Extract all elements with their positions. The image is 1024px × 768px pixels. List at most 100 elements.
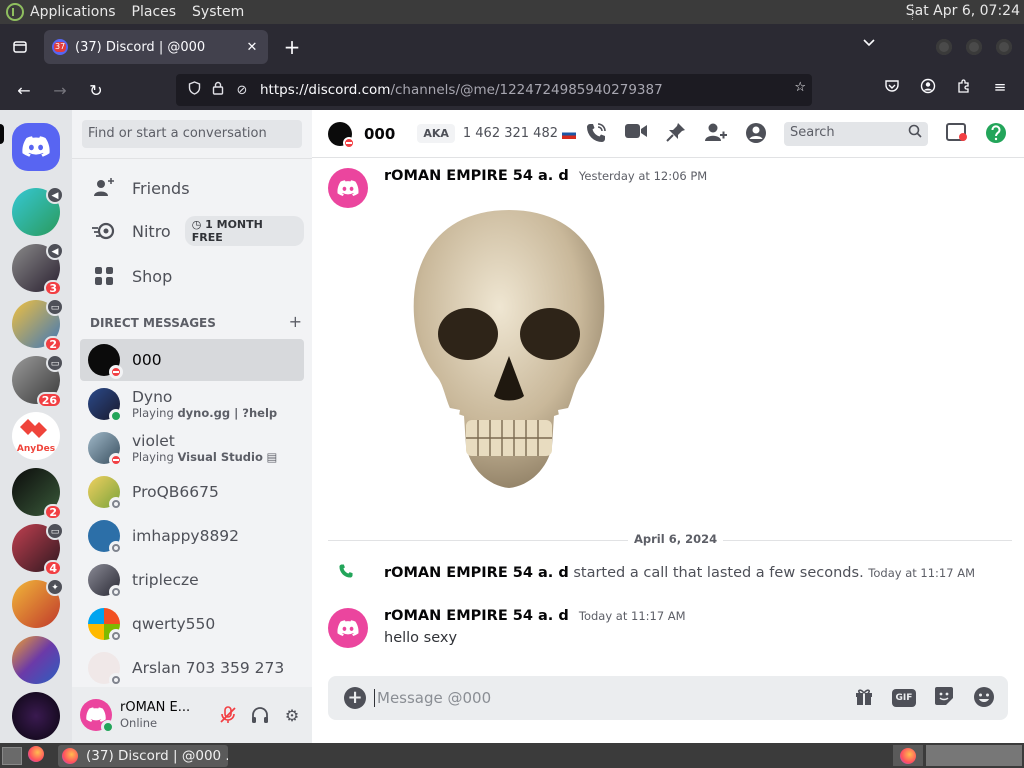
server-icon[interactable]: ◀ (12, 186, 64, 236)
close-tab-icon[interactable]: ✕ (244, 40, 260, 55)
server-icon[interactable]: ◀ 3 (12, 242, 64, 296)
message-author[interactable]: rOMAN EMPIRE 54 a. d (384, 168, 569, 184)
tab-discord[interactable]: 37 (37) Discord | @000 ✕ (44, 30, 268, 64)
message-input[interactable]: Message @000 (374, 689, 491, 707)
list-all-tabs-chevron-down-icon[interactable] (862, 36, 876, 54)
author-avatar[interactable] (328, 608, 368, 648)
account-icon[interactable] (917, 78, 939, 98)
bookmark-star-icon[interactable]: ☆ (794, 80, 806, 95)
server-icon[interactable]: ▭ 4 (12, 522, 64, 576)
server-icon[interactable] (12, 636, 60, 684)
workspace-switcher[interactable] (926, 745, 1022, 766)
taskbar-window-firefox[interactable]: (37) Discord | @000 ... (58, 744, 228, 767)
author-avatar[interactable] (328, 168, 368, 208)
find-conversation-input[interactable]: Find or start a conversation (82, 120, 302, 148)
dm-item-dyno[interactable]: Dyno Playing dyno.gg | ?help (80, 383, 304, 425)
settings-gear-icon[interactable]: ⚙ (276, 699, 308, 731)
new-tab-button[interactable]: + (274, 35, 310, 59)
url-bar[interactable]: ⊘ https://discord.com/channels/@me/12247… (176, 74, 812, 106)
server-list: ◀ ◀ 3 ▭ 2 ▭ 26 AnyDes 2 ▭ 4 ✦ (0, 110, 72, 743)
search-icon (908, 124, 922, 142)
lock-icon[interactable] (206, 81, 230, 99)
dm-item-qwerty550[interactable]: qwerty550 (80, 603, 304, 645)
server-icon[interactable]: AnyDes (12, 412, 60, 460)
aka-badge: AKA (417, 124, 455, 143)
back-arrow-icon[interactable]: ← (6, 74, 42, 106)
tabs-icon (13, 41, 27, 53)
menu-places[interactable]: Places (132, 4, 177, 20)
inbox-icon[interactable] (944, 122, 968, 146)
clock[interactable]: Sat Apr 6, 07:24 (906, 3, 1020, 19)
clock-icon: ◷ (191, 218, 206, 231)
dm-item-proqb6675[interactable]: ProQB6675 (80, 471, 304, 513)
message-author[interactable]: rOMAN EMPIRE 54 a. d (384, 565, 569, 581)
reload-icon[interactable]: ↻ (78, 74, 114, 106)
shield-icon[interactable] (182, 81, 206, 99)
video-call-icon[interactable] (624, 122, 648, 146)
date-divider: April 6, 2024 (328, 532, 1012, 546)
extensions-puzzle-icon[interactable] (953, 78, 975, 98)
voice-call-icon[interactable] (584, 122, 608, 146)
nitro-promo-badge: ◷ 1 MONTH FREE (184, 216, 304, 246)
help-icon[interactable] (984, 122, 1008, 146)
server-icon[interactable] (12, 692, 60, 740)
close-window-button[interactable] (996, 39, 1012, 55)
tab-overview-button[interactable] (0, 24, 40, 70)
pinned-messages-icon[interactable] (664, 122, 688, 146)
user-avatar[interactable] (80, 699, 115, 734)
server-icon[interactable]: ▭ 2 (12, 298, 64, 352)
activity-prefix: Playing (132, 406, 174, 420)
show-desktop-button[interactable] (2, 746, 22, 765)
message-composer[interactable]: + Message @000 GIF (328, 676, 1008, 720)
create-dm-plus-icon[interactable]: + (289, 314, 302, 330)
activity-name: Visual Studio (177, 450, 263, 464)
user-profile-icon[interactable] (744, 122, 768, 146)
chat-title[interactable]: 000 (364, 125, 395, 143)
dm-item-imhappy8892[interactable]: imhappy8892 (80, 515, 304, 557)
user-name-area[interactable]: rOMAN E... Online (120, 700, 204, 730)
menu-system[interactable]: System (192, 4, 244, 20)
permissions-icon[interactable]: ⊘ (230, 83, 254, 98)
sticker-icon[interactable] (932, 686, 956, 710)
maximize-window-button[interactable] (966, 39, 982, 55)
voice-speaker-icon: ◀ (46, 242, 64, 260)
dm-item-triplecze[interactable]: triplecze (80, 559, 304, 601)
url-text[interactable]: https://discord.com/channels/@me/1224724… (260, 82, 663, 98)
tray-firefox[interactable] (893, 745, 923, 766)
skull-image-attachment[interactable] (404, 206, 614, 500)
mute-microphone-icon[interactable] (212, 699, 244, 731)
discord-home-button[interactable] (12, 123, 60, 171)
message-author[interactable]: rOMAN EMPIRE 54 a. d (384, 608, 569, 624)
nav-nitro[interactable]: Nitro ◷ 1 MONTH FREE (80, 210, 304, 252)
hamburger-menu-icon[interactable]: ≡ (989, 78, 1011, 96)
headphones-icon[interactable] (244, 699, 276, 731)
nav-shop[interactable]: Shop (80, 255, 304, 297)
server-icon[interactable]: ✦ (12, 578, 64, 628)
server-icon[interactable]: 2 (12, 468, 62, 520)
menu-applications[interactable]: Applications (30, 4, 116, 20)
server-icon[interactable]: ▭ 26 (12, 354, 64, 408)
gif-button[interactable]: GIF (892, 689, 916, 707)
chat-search-input[interactable]: Search (784, 122, 928, 146)
dm-name: 000 (132, 351, 162, 369)
forward-arrow-icon[interactable]: → (42, 74, 78, 106)
gift-icon[interactable] (852, 686, 876, 710)
header-avatar[interactable] (328, 121, 355, 149)
status-dnd-icon (109, 365, 123, 379)
firefox-launcher-icon[interactable] (28, 745, 44, 766)
system-message-text: rOMAN EMPIRE 54 a. d started a call that… (384, 565, 975, 581)
nav-friends[interactable]: Friends (80, 167, 304, 209)
distro-logo-icon[interactable] (6, 3, 24, 21)
dm-item-000[interactable]: 000 (80, 339, 304, 381)
avatar (88, 432, 123, 467)
minimize-window-button[interactable] (936, 39, 952, 55)
os-top-panel: Applications Places System Sat Apr 6, 07… (0, 0, 1024, 24)
pocket-icon[interactable] (881, 78, 903, 98)
avatar (88, 652, 123, 687)
dm-item-arslan[interactable]: Arslan 703 359 273 (80, 647, 304, 689)
dm-item-violet[interactable]: violet Playing Visual Studio ▤ (80, 427, 304, 469)
mention-badge: 26 (36, 392, 62, 408)
add-friends-to-dm-icon[interactable] (704, 122, 728, 146)
emoji-icon[interactable] (972, 686, 996, 710)
upload-plus-icon[interactable]: + (344, 687, 366, 709)
